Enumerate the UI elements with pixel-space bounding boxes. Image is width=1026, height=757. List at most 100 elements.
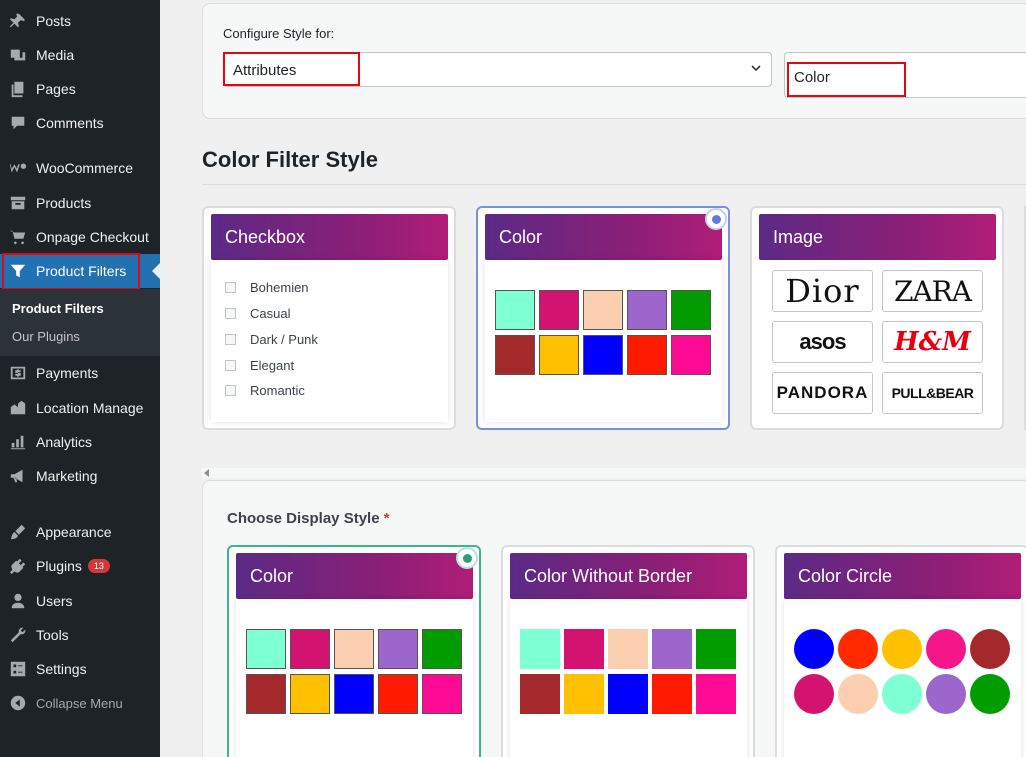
plugin-icon [8,556,28,576]
checkbox-option: Elegant [225,358,294,373]
horizontal-scrollbar[interactable] [202,468,1026,478]
sidebar-item-woocommerce[interactable]: WooCommerce [0,151,160,185]
color-swatch-preview [510,599,747,757]
color-swatch [671,290,711,330]
color-swatch [583,290,623,330]
required-mark: * [383,510,390,527]
sidebar-item-tools[interactable]: Tools [0,618,160,652]
configure-style-label: Configure Style for: [223,26,335,41]
selected-radio-icon [705,208,727,230]
sidebar-item-label: Pages [36,81,76,97]
card-title: Color [236,553,473,599]
sidebar-item-payments[interactable]: Payments [0,356,160,390]
sidebar-item-location-manage[interactable]: Location Manage [0,391,160,425]
checkbox-option: Dark / Punk [225,332,318,347]
checkbox-option: Casual [225,306,290,321]
checkbox-option: Romantic [225,383,305,398]
color-swatch [539,335,579,375]
brand-logo: PANDORA [772,372,873,414]
sidebar-item-plugins[interactable]: Plugins 13 [0,549,160,583]
card-title: Checkbox [211,214,448,260]
filter-style-card-color[interactable]: Color [476,206,730,430]
wrench-icon [8,625,28,645]
sidebar-item-users[interactable]: Users [0,584,160,618]
color-swatch [627,335,667,375]
color-circle [882,674,922,714]
sidebar-item-posts[interactable]: Posts [0,4,160,38]
scroll-left-icon[interactable] [204,469,210,477]
color-swatch [422,674,462,714]
submenu-item-our-plugins[interactable]: Our Plugins [12,329,80,344]
main-content: Configure Style for: Attributes Color Co… [182,0,1026,757]
image-logo-preview: Dior ZARA asos H&M PANDORA PULL&BEAR [759,260,996,422]
collapse-icon [8,693,28,713]
sidebar-item-label: Tools [36,627,69,643]
divider [202,184,1026,185]
collapse-menu-label: Collapse Menu [36,695,123,711]
checkbox-preview: Bohemien Casual Dark / Punk Elegant Roma… [211,260,448,422]
comment-icon [8,113,28,133]
sidebar-item-appearance[interactable]: Appearance [0,515,160,549]
sidebar-item-label: Plugins [36,558,82,574]
color-swatch [583,335,623,375]
brand-logo: PULL&BEAR [882,372,983,414]
highlight-outline [787,62,906,97]
submenu-item-product-filters[interactable]: Product Filters [12,301,104,316]
color-circle [794,629,834,669]
filter-style-card-image[interactable]: Image Dior ZARA asos H&M PANDORA PULL&BE… [750,206,1004,430]
color-swatch-preview [485,260,722,422]
collapse-menu-button[interactable]: Collapse Menu [0,686,160,720]
sidebar-item-settings[interactable]: Settings [0,652,160,686]
sidebar-item-products[interactable]: Products [0,186,160,220]
settings-icon [8,659,28,679]
sidebar-item-analytics[interactable]: Analytics [0,425,160,459]
display-style-label: Choose Display Style * [227,510,390,527]
sidebar-item-label: Analytics [36,434,93,450]
color-swatch [564,674,604,714]
color-swatch [696,674,736,714]
filter-style-card-checkbox[interactable]: Checkbox Bohemien Casual Dark / Punk Ele… [202,206,456,430]
sidebar-item-label: Settings [36,661,87,677]
chart-icon [8,432,28,452]
color-swatch [652,629,692,669]
sidebar-item-label: Users [36,593,73,609]
color-circle-preview [784,599,1021,757]
highlight-outline [2,253,140,290]
display-style-card-color-circle[interactable]: Color Circle [775,545,1026,757]
color-swatch [246,674,286,714]
color-swatch [290,629,330,669]
color-circle [838,674,878,714]
sidebar-item-label: Location Manage [36,400,144,416]
cart-icon [8,227,28,247]
color-swatch [495,290,535,330]
color-circle [970,629,1010,669]
checkbox-icon [225,308,236,319]
dollar-icon [8,363,28,383]
pages-icon [8,79,28,99]
sidebar-item-label: Posts [36,13,72,29]
sidebar-item-pages[interactable]: Pages [0,72,160,106]
user-icon [8,591,28,611]
admin-sidebar: Posts Media Pages Comments WooCommerce P… [0,0,160,757]
checkbox-icon [225,334,236,345]
color-swatch [520,674,560,714]
archive-icon [8,193,28,213]
sidebar-item-comments[interactable]: Comments [0,106,160,140]
color-circle [838,629,878,669]
display-style-card-color-without-border[interactable]: Color Without Border [501,545,755,757]
sidebar-item-media[interactable]: Media [0,38,160,72]
color-swatch [495,335,535,375]
card-title: Color [485,214,722,260]
color-swatch [539,290,579,330]
display-style-card-color[interactable]: Color [227,545,481,757]
sidebar-item-onpage-checkout[interactable]: Onpage Checkout [0,220,160,254]
color-swatch [520,629,560,669]
brand-logo: ZARA [882,270,983,312]
card-title: Color Without Border [510,553,747,599]
megaphone-icon [8,466,28,486]
checkbox-option: Bohemien [225,280,309,295]
sidebar-item-label: Payments [36,365,99,381]
color-circle [926,629,966,669]
sidebar-item-marketing[interactable]: Marketing [0,459,160,493]
color-swatch [671,335,711,375]
